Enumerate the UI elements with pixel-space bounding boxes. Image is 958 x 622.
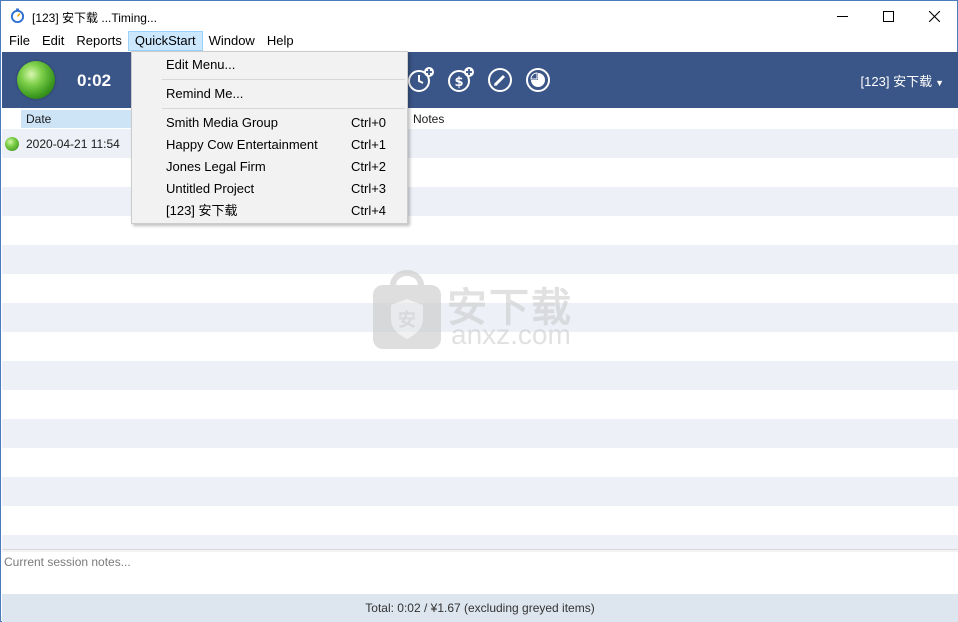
menu-item-edit-menu[interactable]: Edit Menu... — [132, 54, 407, 76]
svg-text:$: $ — [454, 75, 463, 90]
report-icon[interactable] — [524, 66, 552, 94]
menu-item-label: Remind Me... — [166, 86, 244, 101]
menu-separator — [162, 79, 405, 80]
close-button[interactable] — [911, 1, 957, 31]
session-notes-input[interactable] — [2, 552, 958, 594]
menu-item-shortcut: Ctrl+1 — [351, 137, 387, 152]
empty-row — [2, 361, 958, 390]
menu-item-project-1[interactable]: Happy Cow Entertainment Ctrl+1 — [132, 134, 407, 156]
menu-reports[interactable]: Reports — [70, 31, 128, 51]
quickstart-dropdown: Edit Menu... Remind Me... Smith Media Gr… — [131, 51, 408, 224]
menu-item-shortcut: Ctrl+2 — [351, 159, 387, 174]
start-stop-globe-button[interactable] — [17, 61, 55, 99]
menu-separator — [162, 108, 405, 109]
menu-item-project-4[interactable]: [123] 安下载 Ctrl+4 — [132, 200, 407, 222]
status-total: Total: 0:02 / ¥1.67 (excluding greyed it… — [365, 601, 595, 615]
menu-item-label: Happy Cow Entertainment — [166, 137, 318, 152]
status-bar: Total: 0:02 / ¥1.67 (excluding greyed it… — [2, 594, 958, 622]
maximize-button[interactable] — [865, 1, 911, 31]
menu-bar: File Edit Reports QuickStart Window Help — [1, 31, 957, 51]
project-selector-label: [123] 安下载 — [860, 74, 933, 89]
menu-item-project-3[interactable]: Untitled Project Ctrl+3 — [132, 178, 407, 200]
empty-row — [2, 390, 958, 419]
empty-row — [2, 535, 958, 549]
empty-row — [2, 448, 958, 477]
menu-item-label: Edit Menu... — [166, 57, 236, 72]
add-time-icon[interactable] — [407, 66, 435, 94]
menu-file[interactable]: File — [3, 31, 36, 51]
menu-item-shortcut: Ctrl+0 — [351, 115, 387, 130]
menu-item-shortcut: Ctrl+4 — [351, 203, 387, 218]
menu-item-label: Untitled Project — [166, 181, 255, 196]
stopwatch-icon — [10, 8, 25, 23]
close-icon — [928, 10, 940, 22]
edit-icon[interactable] — [486, 66, 514, 94]
session-timer: 0:02 — [77, 71, 112, 90]
menu-item-label: Jones Legal Firm — [166, 159, 266, 174]
svg-text:安: 安 — [398, 309, 416, 331]
maximize-icon — [882, 10, 894, 22]
menu-item-shortcut: Ctrl+3 — [351, 181, 387, 196]
menu-item-project-0[interactable]: Smith Media Group Ctrl+0 — [132, 112, 407, 134]
watermark-text-en: anxz.com — [451, 319, 571, 350]
add-expense-icon[interactable]: $ — [447, 66, 475, 94]
menu-item-label: [123] 安下载 — [166, 203, 238, 218]
cell-date: 2020-04-21 11:54 — [26, 137, 120, 151]
title-bar: [123] 安下载 ...Timing... — [1, 1, 957, 31]
app-window: [123] 安下载 ...Timing... File Edit Reports… — [0, 0, 958, 622]
minimize-icon — [836, 15, 848, 17]
empty-row — [2, 477, 958, 506]
window-title: [123] 安下载 ...Timing... — [32, 11, 157, 25]
menu-window[interactable]: Window — [203, 31, 261, 51]
menu-item-remind-me[interactable]: Remind Me... — [132, 83, 407, 105]
menu-edit[interactable]: Edit — [36, 31, 70, 51]
chevron-down-icon: ▼ — [935, 78, 944, 88]
project-selector[interactable]: [123] 安下载 ▼ — [861, 71, 944, 90]
minimize-button[interactable] — [819, 1, 865, 31]
menu-help[interactable]: Help — [261, 31, 300, 51]
empty-row — [2, 506, 958, 535]
shield-bag-icon: 安 — [373, 270, 441, 349]
menu-item-project-2[interactable]: Jones Legal Firm Ctrl+2 — [132, 156, 407, 178]
menu-item-label: Smith Media Group — [166, 115, 278, 130]
session-globe-icon — [5, 137, 19, 151]
column-header-notes[interactable]: Notes — [413, 110, 444, 128]
menu-quickstart[interactable]: QuickStart — [127, 31, 203, 51]
watermark: 安 安下载 anxz.com — [371, 269, 591, 353]
column-header-date[interactable]: Date — [21, 110, 133, 128]
empty-row — [2, 419, 958, 448]
